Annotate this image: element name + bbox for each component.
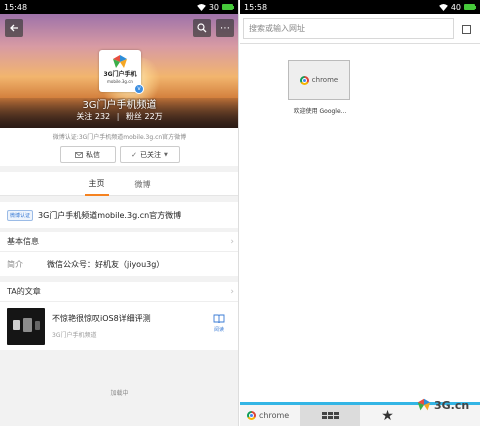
search-icon bbox=[197, 23, 207, 33]
intro-value: 微信公众号：好机友（jiyou3g） bbox=[47, 259, 165, 269]
tab-weibo[interactable]: 微博 bbox=[131, 172, 155, 196]
articles-heading: TA的文章 bbox=[7, 287, 41, 296]
chrome-logo-icon bbox=[299, 75, 309, 85]
battery-icon bbox=[222, 4, 234, 10]
profile-tabs: 主页 微博 bbox=[0, 172, 238, 196]
followed-label: 已关注 bbox=[140, 150, 161, 159]
weibo-profile-screen: 15:48 30 ⋯ 3G门户手机 mobile.3g.cn v 3G门户手机频… bbox=[0, 0, 239, 426]
intro-label: 简介 bbox=[7, 259, 23, 269]
tab-home[interactable]: 主页 bbox=[84, 172, 109, 196]
more-button[interactable]: ⋯ bbox=[216, 19, 234, 37]
verification-text: 微博认证:3G门户手机频道mobile.3g.cn官方微博 bbox=[52, 134, 187, 141]
basic-info-header[interactable]: 基本信息 › bbox=[0, 232, 238, 252]
wifi-icon bbox=[196, 3, 206, 11]
certification-row: 微博认证 3G门户手机频道mobile.3g.cn官方微博 bbox=[0, 202, 238, 228]
bottom-chrome-button[interactable]: chrome bbox=[240, 411, 300, 420]
most-visited-button[interactable] bbox=[300, 405, 360, 426]
3g-logo-icon bbox=[417, 398, 431, 411]
message-button[interactable]: 私信 bbox=[59, 146, 116, 163]
chevron-right-icon: › bbox=[230, 286, 234, 297]
battery-icon bbox=[464, 4, 476, 10]
article-item[interactable]: 不惊艳很惊叹iOS8详细评测 3G门户手机频道 阅读 bbox=[0, 302, 238, 350]
star-icon: ★ bbox=[381, 407, 394, 424]
articles-header[interactable]: TA的文章 › bbox=[0, 282, 238, 302]
certification-text: 3G门户手机频道mobile.3g.cn官方微博 bbox=[38, 210, 182, 220]
article-title: 不惊艳很惊叹iOS8详细评测 bbox=[52, 314, 151, 323]
grid-icon bbox=[321, 412, 339, 419]
omnibox-bar: 搜索或输入网址 bbox=[240, 14, 480, 44]
status-bar: 15:48 30 bbox=[0, 0, 238, 14]
watermark: 3G.cn bbox=[416, 397, 469, 413]
fans-count[interactable]: 22万 bbox=[144, 112, 162, 121]
article-thumbnail bbox=[7, 307, 45, 345]
followed-button[interactable]: ✓ 已关注 ▼ bbox=[119, 146, 180, 163]
fans-label[interactable]: 粉丝 bbox=[126, 112, 142, 121]
read-label: 阅读 bbox=[213, 327, 224, 333]
battery-level: 40 bbox=[450, 2, 461, 12]
intro-row: 简介 微信公众号：好机友（jiyou3g） bbox=[0, 252, 238, 276]
omnibox-input[interactable]: 搜索或输入网址 bbox=[243, 18, 454, 39]
status-time: 15:58 bbox=[244, 2, 268, 12]
more-dots-icon: ⋯ bbox=[220, 22, 230, 34]
status-bar: 15:58 40 bbox=[240, 0, 480, 14]
most-visited-tile[interactable]: chrome bbox=[288, 60, 350, 100]
book-icon bbox=[213, 314, 225, 324]
chevron-right-icon: › bbox=[230, 236, 234, 247]
read-button[interactable]: 阅读 bbox=[209, 314, 229, 333]
chrome-new-tab-screen: 15:58 40 搜索或输入网址 chrome 欢迎使用 Google... c… bbox=[240, 0, 480, 426]
mail-icon bbox=[75, 151, 83, 158]
profile-actions: 私信 ✓ 已关注 ▼ bbox=[0, 146, 238, 163]
bookmarks-button[interactable]: ★ bbox=[360, 408, 415, 424]
avatar-logo-text: 3G门户手机 bbox=[103, 71, 137, 78]
tile-caption[interactable]: 欢迎使用 Google... bbox=[280, 106, 360, 115]
verified-icon: v bbox=[134, 84, 144, 94]
3g-logo-icon bbox=[113, 55, 127, 68]
battery-level: 30 bbox=[208, 2, 219, 12]
article-source: 3G门户手机频道 bbox=[52, 332, 97, 339]
status-time: 15:48 bbox=[4, 2, 28, 12]
search-button[interactable] bbox=[193, 19, 211, 37]
certification-tag: 微博认证 bbox=[7, 209, 34, 221]
profile-cover: ⋯ 3G门户手机 mobile.3g.cn v 3G门户手机频道 关注 232 … bbox=[0, 14, 238, 128]
watermark-text: 3G.cn bbox=[434, 398, 470, 412]
profile-name: 3G门户手机频道 bbox=[82, 100, 157, 111]
wifi-icon bbox=[438, 3, 448, 11]
bottom-chrome-label: chrome bbox=[259, 411, 290, 420]
back-button[interactable] bbox=[5, 19, 23, 37]
back-arrow-icon bbox=[10, 24, 18, 32]
basic-info-heading: 基本信息 bbox=[7, 237, 39, 246]
following-count[interactable]: 232 bbox=[95, 112, 110, 121]
tab-switcher-icon[interactable] bbox=[462, 25, 471, 34]
caret-down-icon: ▼ bbox=[164, 151, 168, 158]
chrome-logo-icon bbox=[247, 411, 256, 420]
profile-stats: 关注 232 | 粉丝 22万 bbox=[76, 112, 163, 121]
message-label: 私信 bbox=[86, 150, 100, 159]
check-icon: ✓ bbox=[131, 150, 137, 159]
avatar-logo-sub: mobile.3g.cn bbox=[107, 79, 133, 84]
following-label[interactable]: 关注 bbox=[76, 112, 92, 121]
loading-text: 加载中 bbox=[110, 390, 129, 397]
tile-label: chrome bbox=[311, 76, 339, 84]
